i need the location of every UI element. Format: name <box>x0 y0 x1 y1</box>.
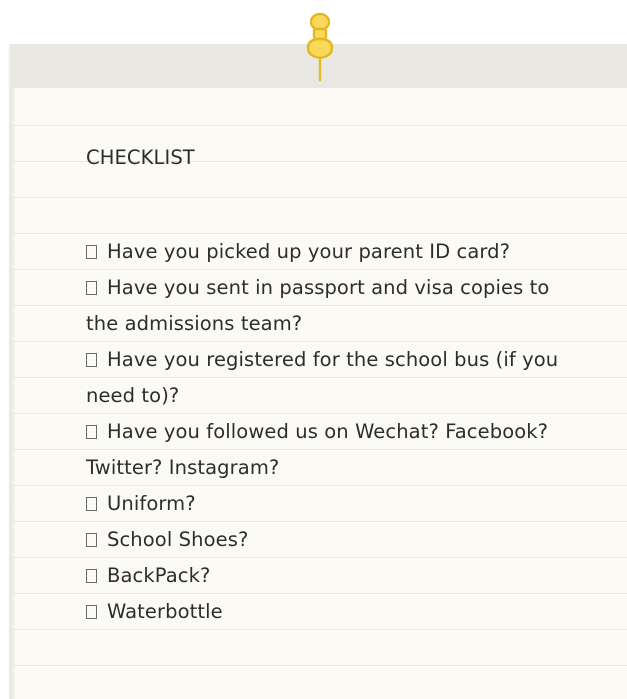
pushpin-icon <box>306 12 334 82</box>
empty-checkbox-icon[interactable] <box>86 245 97 259</box>
checklist-item-label: Have you picked up your parent ID card? <box>107 240 511 263</box>
checklist-item[interactable]: Have you followed us on Wechat? Facebook… <box>86 414 586 486</box>
checklist-item-label: Uniform? <box>107 492 196 515</box>
checklist-item-label: Have you registered for the school bus (… <box>86 348 559 407</box>
empty-checkbox-icon[interactable] <box>86 569 97 583</box>
empty-checkbox-icon[interactable] <box>86 353 97 367</box>
checklist-item-label: School Shoes? <box>107 528 249 551</box>
checklist-item-label: BackPack? <box>107 564 211 587</box>
checklist-title: CHECKLIST <box>86 146 195 169</box>
checklist-item[interactable]: Uniform? <box>86 486 586 522</box>
checklist-item[interactable]: School Shoes? <box>86 522 586 558</box>
empty-checkbox-icon[interactable] <box>86 281 97 295</box>
checklist: CHECKLIST Have you picked up your parent… <box>86 140 586 630</box>
empty-checkbox-icon[interactable] <box>86 497 97 511</box>
empty-checkbox-icon[interactable] <box>86 425 97 439</box>
paper-curl-edge <box>10 88 16 699</box>
empty-checkbox-icon[interactable] <box>86 605 97 619</box>
checklist-item-label: Waterbottle <box>107 600 223 623</box>
checklist-item[interactable]: BackPack? <box>86 558 586 594</box>
checklist-item[interactable]: Waterbottle <box>86 594 586 630</box>
checklist-item[interactable]: Have you sent in passport and visa copie… <box>86 270 586 342</box>
empty-checkbox-icon[interactable] <box>86 533 97 547</box>
checklist-item[interactable]: Have you picked up your parent ID card? <box>86 234 586 270</box>
checklist-item-label: Have you sent in passport and visa copie… <box>86 276 550 335</box>
checklist-item-label: Have you followed us on Wechat? Facebook… <box>86 420 549 479</box>
checklist-item[interactable]: Have you registered for the school bus (… <box>86 342 586 414</box>
note-stage: CHECKLIST Have you picked up your parent… <box>0 0 627 699</box>
